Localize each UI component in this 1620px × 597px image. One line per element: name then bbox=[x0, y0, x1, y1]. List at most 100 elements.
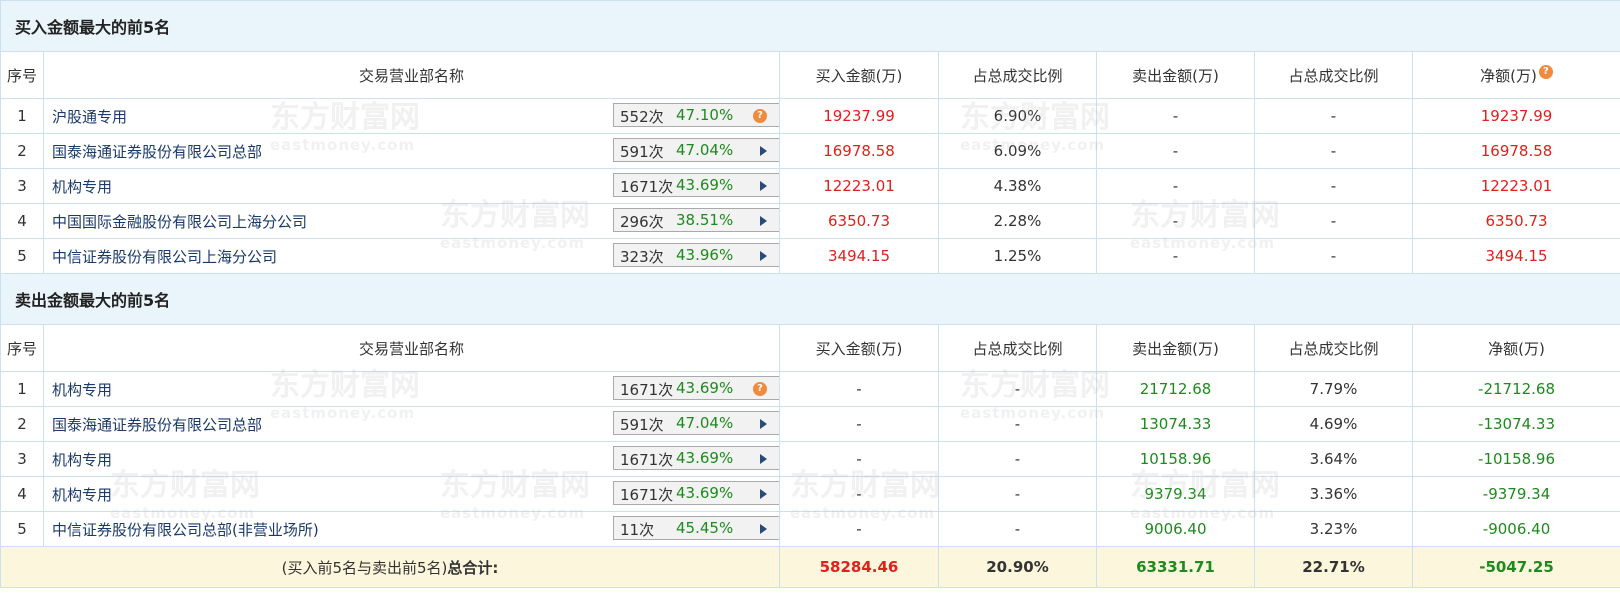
branch-name-link[interactable]: 沪股通专用 bbox=[52, 106, 127, 127]
stat-box[interactable]: 11次 45.45% bbox=[613, 516, 779, 540]
stat-box[interactable]: 1671次 43.69% bbox=[613, 173, 779, 197]
header-sell-ratio: 占总成交比例 bbox=[1254, 324, 1413, 372]
branch-name-link[interactable]: 机构专用 bbox=[52, 484, 112, 505]
stat-rate: 43.69% bbox=[676, 484, 734, 502]
table-row: 2 国泰海通证券股份有限公司总部 591次 47.04% - - 13074.33… bbox=[0, 406, 1620, 442]
row-buy-ratio: - bbox=[938, 476, 1097, 512]
row-seq: 2 bbox=[0, 133, 44, 169]
row-name-cell: 中信证券股份有限公司上海分公司 323次 43.96% bbox=[43, 238, 780, 274]
branch-name-link[interactable]: 机构专用 bbox=[52, 449, 112, 470]
table-row: 1 沪股通专用 552次 47.10%? 19237.99 6.90% - - 1… bbox=[0, 98, 1620, 134]
stat-rate: 43.69% bbox=[676, 449, 734, 467]
total-label-bold: 总合计: bbox=[447, 558, 499, 577]
row-sell: 21712.68 bbox=[1096, 371, 1255, 407]
row-net: 3494.15 bbox=[1411, 238, 1620, 274]
stat-box[interactable]: 591次 47.04% bbox=[613, 411, 779, 435]
row-sell-ratio: 7.79% bbox=[1254, 371, 1413, 407]
table-row: 3 机构专用 1671次 43.69% - - 10158.96 3.64% -1… bbox=[0, 441, 1620, 477]
stat-box[interactable]: 1671次 43.69% bbox=[613, 481, 779, 505]
branch-name-link[interactable]: 国泰海通证券股份有限公司总部 bbox=[52, 414, 262, 435]
row-buy-ratio: 4.38% bbox=[938, 168, 1097, 204]
table-row: 3 机构专用 1671次 43.69% 12223.01 4.38% - - 12… bbox=[0, 168, 1620, 204]
total-label-prefix: (买入前5名与卖出前5名) bbox=[281, 558, 448, 577]
row-buy: - bbox=[779, 476, 939, 512]
row-buy: 19237.99 bbox=[779, 98, 939, 134]
stat-rate: 45.45% bbox=[676, 519, 734, 537]
row-buy-ratio: - bbox=[938, 511, 1097, 547]
row-name-cell: 国泰海通证券股份有限公司总部 591次 47.04% bbox=[43, 406, 780, 442]
row-buy-ratio: - bbox=[938, 371, 1097, 407]
branch-name-link[interactable]: 中国国际金融股份有限公司上海分公司 bbox=[52, 211, 307, 232]
row-buy: - bbox=[779, 371, 939, 407]
stat-count: 591次 bbox=[620, 416, 664, 434]
arrow-right-icon[interactable] bbox=[760, 489, 767, 499]
row-seq: 2 bbox=[0, 406, 44, 442]
stat-count: 1671次 bbox=[620, 451, 674, 469]
question-icon[interactable]: ? bbox=[1538, 64, 1553, 79]
row-net: 16978.58 bbox=[1411, 133, 1620, 169]
branch-name-link[interactable]: 机构专用 bbox=[52, 176, 112, 197]
row-sell: 10158.96 bbox=[1096, 441, 1255, 477]
row-buy-ratio: - bbox=[938, 406, 1097, 442]
row-net: -9379.34 bbox=[1411, 476, 1620, 512]
row-net: 12223.01 bbox=[1411, 168, 1620, 204]
total-sell-ratio: 22.71% bbox=[1254, 546, 1413, 588]
stat-count: 1671次 bbox=[620, 486, 674, 504]
row-seq: 1 bbox=[0, 98, 44, 134]
arrow-right-icon[interactable] bbox=[760, 524, 767, 534]
branch-name-link[interactable]: 中信证券股份有限公司上海分公司 bbox=[52, 246, 277, 267]
row-buy-ratio: 2.28% bbox=[938, 203, 1097, 239]
question-icon[interactable]: ? bbox=[753, 109, 767, 123]
sell-header-row: 序号 交易营业部名称 买入金额(万) 占总成交比例 卖出金额(万) 占总成交比例… bbox=[0, 324, 1620, 372]
arrow-right-icon[interactable] bbox=[760, 251, 767, 261]
row-sell-ratio: - bbox=[1254, 238, 1413, 274]
row-buy: 3494.15 bbox=[779, 238, 939, 274]
row-name-cell: 机构专用 1671次 43.69% bbox=[43, 441, 780, 477]
stat-box[interactable]: 296次 38.51% bbox=[613, 208, 779, 232]
question-icon[interactable]: ? bbox=[753, 382, 767, 396]
table-row: 4 机构专用 1671次 43.69% - - 9379.34 3.36% -93… bbox=[0, 476, 1620, 512]
total-row: (买入前5名与卖出前5名)总合计: 58284.46 20.90% 63331.… bbox=[0, 546, 1620, 588]
row-buy-ratio: 6.09% bbox=[938, 133, 1097, 169]
stat-box[interactable]: 1671次 43.69%? bbox=[613, 376, 779, 400]
arrow-right-icon[interactable] bbox=[760, 419, 767, 429]
row-seq: 5 bbox=[0, 238, 44, 274]
row-name-cell: 机构专用 1671次 43.69%? bbox=[43, 371, 780, 407]
row-buy-ratio: 6.90% bbox=[938, 98, 1097, 134]
stat-rate: 43.69% bbox=[676, 379, 734, 397]
buy-section-title: 买入金额最大的前5名 bbox=[0, 0, 1620, 52]
stat-count: 1671次 bbox=[620, 381, 674, 399]
stat-box[interactable]: 1671次 43.69% bbox=[613, 446, 779, 470]
stat-box[interactable]: 552次 47.10%? bbox=[613, 103, 779, 127]
stat-rate: 47.04% bbox=[676, 414, 734, 432]
row-buy: - bbox=[779, 441, 939, 477]
stat-rate: 38.51% bbox=[676, 211, 734, 229]
arrow-right-icon[interactable] bbox=[760, 454, 767, 464]
stat-box[interactable]: 323次 43.96% bbox=[613, 243, 779, 267]
stat-rate: 43.96% bbox=[676, 246, 734, 264]
row-sell-ratio: - bbox=[1254, 168, 1413, 204]
row-sell-ratio: 3.23% bbox=[1254, 511, 1413, 547]
row-sell: - bbox=[1096, 133, 1255, 169]
row-sell: 9379.34 bbox=[1096, 476, 1255, 512]
row-name-cell: 中信证券股份有限公司总部(非营业场所) 11次 45.45% bbox=[43, 511, 780, 547]
row-name-cell: 中国国际金融股份有限公司上海分公司 296次 38.51% bbox=[43, 203, 780, 239]
branch-name-link[interactable]: 中信证券股份有限公司总部(非营业场所) bbox=[52, 519, 319, 540]
header-sell: 卖出金额(万) bbox=[1096, 324, 1255, 372]
stat-count: 552次 bbox=[620, 108, 664, 126]
table-row: 5 中信证券股份有限公司上海分公司 323次 43.96% 3494.15 1.2… bbox=[0, 238, 1620, 274]
stat-rate: 47.10% bbox=[676, 106, 734, 124]
header-name: 交易营业部名称 bbox=[43, 324, 780, 372]
branch-name-link[interactable]: 国泰海通证券股份有限公司总部 bbox=[52, 141, 262, 162]
row-name-cell: 沪股通专用 552次 47.10%? bbox=[43, 98, 780, 134]
branch-name-link[interactable]: 机构专用 bbox=[52, 379, 112, 400]
arrow-right-icon[interactable] bbox=[760, 146, 767, 156]
total-buy-ratio: 20.90% bbox=[938, 546, 1097, 588]
arrow-right-icon[interactable] bbox=[760, 181, 767, 191]
row-name-cell: 机构专用 1671次 43.69% bbox=[43, 476, 780, 512]
row-buy-ratio: 1.25% bbox=[938, 238, 1097, 274]
row-sell: 13074.33 bbox=[1096, 406, 1255, 442]
stat-rate: 47.04% bbox=[676, 141, 734, 159]
arrow-right-icon[interactable] bbox=[760, 216, 767, 226]
stat-box[interactable]: 591次 47.04% bbox=[613, 138, 779, 162]
